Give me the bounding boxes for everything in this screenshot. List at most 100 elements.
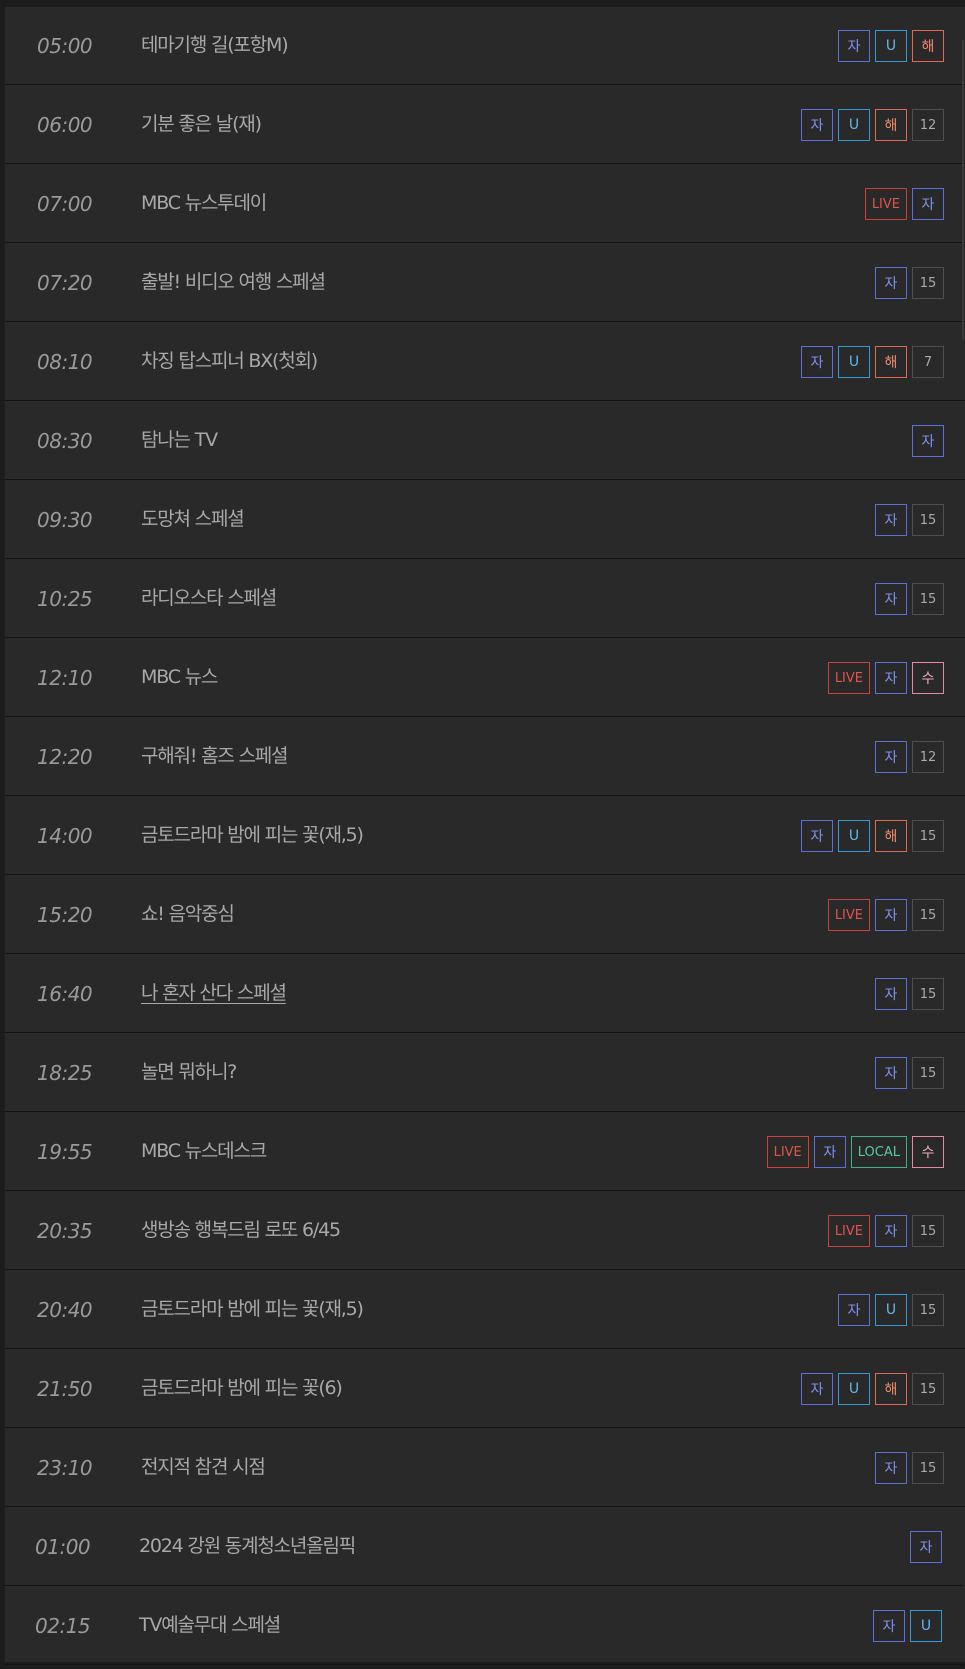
sign-language-badge: 수 (912, 1136, 944, 1168)
schedule-row[interactable]: 02:15 TV예술무대 스페셜 자 U (3, 1587, 963, 1665)
age-rating-badge: 15 (912, 1057, 944, 1089)
program-time: 20:40 (37, 1298, 93, 1322)
schedule-row[interactable]: 19:55 MBC 뉴스데스크 LIVE 자 LOCAL 수 (5, 1113, 965, 1191)
uhd-badge: U (838, 109, 870, 141)
program-badges: 자 U 해 15 (801, 820, 944, 852)
program-time: 14:00 (37, 824, 93, 848)
program-title: 금토드라마 밤에 피는 꽃(6) (141, 1377, 343, 1399)
age-rating-badge: 15 (912, 1373, 944, 1405)
subtitle-badge: 자 (875, 741, 907, 773)
program-badges: 자 15 (875, 1452, 944, 1484)
program-badges: 자 15 (875, 504, 944, 536)
commentary-badge: 해 (912, 30, 944, 62)
program-badges: LIVE 자 (864, 188, 944, 220)
subtitle-badge: 자 (875, 1452, 907, 1484)
schedule-row[interactable]: 08:30 탐나는 TV 자 (5, 402, 965, 480)
program-title: 전지적 참견 시점 (141, 1456, 266, 1478)
program-time: 18:25 (37, 1061, 93, 1085)
live-badge: LIVE (827, 1215, 870, 1247)
program-time: 23:10 (37, 1456, 93, 1480)
program-time: 20:35 (37, 1219, 93, 1243)
sign-language-badge: 수 (912, 662, 944, 694)
program-title: 차징 탑스피너 BX(첫회) (141, 350, 318, 372)
schedule-row[interactable]: 12:10 MBC 뉴스 LIVE 자 수 (5, 639, 965, 717)
live-badge: LIVE (864, 188, 907, 220)
program-badges: LIVE 자 15 (827, 899, 944, 931)
program-badges: 자 15 (875, 1057, 944, 1089)
subtitle-badge: 자 (912, 425, 944, 457)
subtitle-badge: 자 (875, 267, 907, 299)
age-rating-badge: 15 (912, 1294, 944, 1326)
subtitle-badge: 자 (801, 109, 833, 141)
program-badges: LIVE 자 15 (827, 1215, 944, 1247)
uhd-badge: U (838, 1373, 870, 1405)
uhd-badge: U (838, 820, 870, 852)
subtitle-badge: 자 (875, 583, 907, 615)
program-badges: 자 (910, 1531, 942, 1563)
schedule-list: 05:00 테마기행 길(포항M) 자 U 해 06:00 기분 좋은 날(재) 자 U 해 12 0… (3, 7, 965, 1665)
program-time: 12:10 (37, 666, 93, 690)
age-rating-badge: 12 (912, 109, 944, 141)
program-badges: 자 12 (875, 741, 944, 773)
subtitle-badge: 자 (813, 1136, 846, 1168)
age-rating-badge: 15 (912, 899, 944, 931)
schedule-row[interactable]: 10:25 라디오스타 스페셜 자 15 (5, 560, 965, 638)
schedule-row[interactable]: 20:35 생방송 행복드림 로또 6/45 LIVE 자 15 (5, 1192, 965, 1270)
subtitle-badge: 자 (875, 978, 907, 1010)
subtitle-badge: 자 (838, 1294, 870, 1326)
uhd-badge: U (838, 346, 870, 378)
subtitle-badge: 자 (875, 1057, 907, 1089)
schedule-row[interactable]: 07:20 출발! 비디오 여행 스페셜 자 15 (5, 244, 965, 322)
program-time: 08:30 (37, 429, 93, 453)
subtitle-badge: 자 (801, 820, 833, 852)
subtitle-badge: 자 (912, 188, 944, 220)
program-time: 02:15 (35, 1614, 91, 1638)
schedule-row[interactable]: 15:20 쇼! 음악중심 LIVE 자 15 (5, 876, 965, 954)
schedule-row[interactable]: 07:00 MBC 뉴스투데이 LIVE 자 (5, 165, 965, 243)
program-title: MBC 뉴스 (141, 666, 218, 688)
subtitle-badge: 자 (875, 1215, 907, 1247)
subtitle-badge: 자 (801, 1373, 833, 1405)
program-badges: 자 15 (875, 267, 944, 299)
schedule-row[interactable]: 23:10 전지적 참견 시점 자 15 (5, 1429, 965, 1507)
subtitle-badge: 자 (838, 30, 870, 62)
program-title: MBC 뉴스투데이 (141, 192, 267, 214)
schedule-row[interactable]: 06:00 기분 좋은 날(재) 자 U 해 12 (5, 86, 965, 164)
program-title: 탐나는 TV (141, 429, 218, 451)
commentary-badge: 해 (875, 1373, 907, 1405)
program-time: 08:10 (37, 350, 93, 374)
age-rating-badge: 15 (912, 267, 944, 299)
schedule-row[interactable]: 20:40 금토드라마 밤에 피는 꽃(재,5) 자 U 15 (5, 1271, 965, 1349)
schedule-row[interactable]: 09:30 도망쳐 스페셜 자 15 (5, 481, 965, 559)
schedule-row[interactable]: 08:10 차징 탑스피너 BX(첫회) 자 U 해 7 (5, 323, 965, 401)
commentary-badge: 해 (875, 346, 907, 378)
program-title[interactable]: 나 혼자 산다 스페셜 (141, 955, 287, 1033)
program-time: 21:50 (37, 1377, 93, 1401)
program-badges: 자U해7 (801, 346, 944, 378)
program-time: 12:20 (37, 745, 93, 769)
program-time: 07:00 (37, 192, 93, 216)
subtitle-badge: 자 (875, 662, 907, 694)
schedule-row[interactable]: 14:00 금토드라마 밤에 피는 꽃(재,5) 자 U 해 15 (5, 797, 965, 875)
subtitle-badge: 자 (910, 1531, 942, 1563)
age-rating-badge: 15 (912, 504, 944, 536)
age-rating-badge: 7 (912, 346, 944, 378)
age-rating-badge: 15 (912, 1452, 944, 1484)
subtitle-badge: 자 (873, 1610, 905, 1642)
schedule-row[interactable]: 01:00 2024 강원 동계청소년올림픽 자 (3, 1508, 963, 1586)
program-badges: 자 15 (875, 583, 944, 615)
program-time: 05:00 (37, 34, 93, 58)
schedule-row[interactable]: 18:25 놀면 뭐하니? 자 15 (5, 1034, 965, 1112)
schedule-row[interactable]: 12:20 구해줘! 홈즈 스페셜 자 12 (5, 718, 965, 796)
schedule-row[interactable]: 21:50 금토드라마 밤에 피는 꽃(6) 자 U 해 15 (5, 1350, 965, 1428)
schedule-row[interactable]: 16:40 나 혼자 산다 스페셜 자 15 (5, 955, 965, 1033)
schedule-row[interactable]: 05:00 테마기행 길(포항M) 자 U 해 (5, 7, 965, 85)
age-rating-badge: 15 (912, 978, 944, 1010)
subtitle-badge: 자 (875, 899, 907, 931)
program-badges: 자 (912, 425, 944, 457)
program-time: 10:25 (37, 587, 93, 611)
program-time: 06:00 (37, 113, 93, 137)
program-title: 라디오스타 스페셜 (141, 587, 277, 609)
scrollbar[interactable] (962, 40, 964, 340)
age-rating-badge: 15 (912, 1215, 944, 1247)
